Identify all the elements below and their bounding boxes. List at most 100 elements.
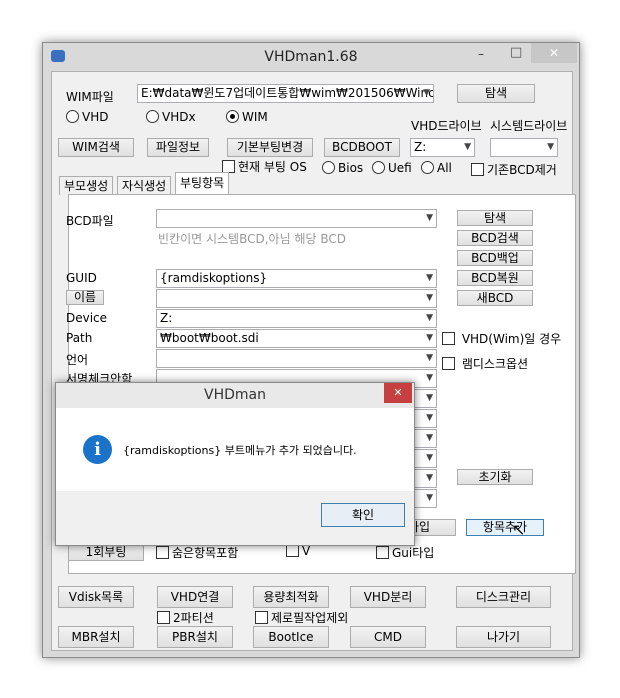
checkbox-label: 2파티션 <box>173 611 214 625</box>
radio-all[interactable]: All <box>421 161 452 175</box>
exit-button[interactable]: 나가기 <box>456 626 551 648</box>
radio-circle <box>146 110 159 123</box>
bcd-backup-button[interactable]: BCD백업 <box>457 250 533 266</box>
radio-label: Bios <box>338 161 364 175</box>
guid-combo[interactable]: {ramdiskoptions} ▼ <box>156 269 437 288</box>
radio-uefi[interactable]: Uefi <box>372 161 412 175</box>
checkbox-label: V <box>302 544 311 558</box>
radio-label: VHD <box>82 110 109 124</box>
chevron-down-icon: ▼ <box>426 213 433 223</box>
chevron-down-icon: ▼ <box>464 142 471 152</box>
maximize-button[interactable]: □ <box>510 45 522 60</box>
checkbox-label: Gui타입 <box>392 546 435 560</box>
vdisk-list-button[interactable]: Vdisk목록 <box>58 586 134 608</box>
bcd-file-combo[interactable]: ▼ <box>156 209 437 228</box>
bcd-hint: 빈칸이면 시스템BCD,아님 해당 BCD <box>158 232 346 246</box>
chevron-down-icon: ▼ <box>426 313 433 323</box>
guid-value: {ramdiskoptions} <box>160 271 268 285</box>
dialog-message: {ramdiskoptions} 부트메뉴가 추가 되었습니다. <box>123 444 357 457</box>
hidden-items-checkbox[interactable]: 숨은항목포함 <box>156 544 238 561</box>
message-dialog: VHDman ✕ i {ramdiskoptions} 부트메뉴가 추가 되었습… <box>55 382 415 546</box>
tab-child[interactable]: 자식생성 <box>117 176 172 195</box>
gui-type-checkbox[interactable]: Gui타입 <box>376 544 434 561</box>
checkbox-box <box>442 332 455 345</box>
wim-search-button[interactable]: WIM검색 <box>58 138 134 157</box>
vhd-attach-button[interactable]: VHD연결 <box>157 586 233 608</box>
wim-path-combo[interactable]: E:₩data₩윈도7업데이트통합₩wim₩201506₩Winc ▼ <box>137 84 434 103</box>
remove-bcd-checkbox[interactable]: 기존BCD제거 <box>471 161 557 178</box>
chevron-down-icon: ▼ <box>426 453 433 463</box>
radio-bios[interactable]: Bios <box>322 161 363 175</box>
cmd-button[interactable]: CMD <box>350 626 426 648</box>
bcd-restore-button[interactable]: BCD복원 <box>457 270 533 286</box>
client-area: WIM파일 E:₩data₩윈도7업데이트통합₩wim₩201506₩Winc ▼… <box>51 71 576 651</box>
bcd-file-label: BCD파일 <box>66 214 114 228</box>
checkbox-label: 기존BCD제거 <box>487 163 557 177</box>
chevron-down-icon: ▼ <box>426 493 433 503</box>
name-combo[interactable]: ▼ <box>156 289 437 308</box>
vhd-wim-checkbox[interactable]: VHD(Wim)일 경우 <box>442 330 561 347</box>
checkbox-label: 숨은항목포함 <box>172 546 239 560</box>
chevron-down-icon: ▼ <box>426 413 433 423</box>
path-label: Path <box>66 331 93 345</box>
bcd-browse-button[interactable]: 탐색 <box>457 210 533 226</box>
radio-label: All <box>437 161 452 175</box>
chevron-down-icon: ▼ <box>426 293 433 303</box>
disk-management-button[interactable]: 디스크관리 <box>456 586 551 608</box>
radio-circle <box>66 110 79 123</box>
chevron-down-icon: ▼ <box>423 88 430 98</box>
radio-circle <box>372 161 385 174</box>
reset-button[interactable]: 초기화 <box>457 469 533 485</box>
dialog-title: VHDman <box>56 383 414 408</box>
mbr-install-button[interactable]: MBR설치 <box>58 626 134 648</box>
file-info-button[interactable]: 파일정보 <box>147 138 209 157</box>
zero-fill-checkbox[interactable]: 제로필작업제외 <box>255 609 348 626</box>
wim-path-value: E:₩data₩윈도7업데이트통합₩wim₩201506₩Winc <box>141 86 434 100</box>
optimize-button[interactable]: 용량최적화 <box>253 586 329 608</box>
radio-label: WIM <box>242 110 268 124</box>
checkbox-box <box>255 611 268 624</box>
radio-vhdx[interactable]: VHDx <box>146 110 196 124</box>
add-item-button[interactable]: 항목추가 <box>466 519 544 536</box>
path-combo[interactable]: ₩boot₩boot.sdi ▼ <box>156 329 437 348</box>
two-partition-checkbox[interactable]: 2파티션 <box>157 609 214 626</box>
default-boot-button[interactable]: 기본부팅변경 <box>227 138 313 157</box>
radio-wim[interactable]: WIM <box>226 110 268 124</box>
vhd-drive-value: Z: <box>414 140 427 154</box>
tab-parent[interactable]: 부모생성 <box>59 176 114 195</box>
vhd-drive-combo[interactable]: Z: ▼ <box>410 138 475 157</box>
close-button[interactable]: ✕ <box>531 43 577 63</box>
bootice-button[interactable]: BootIce <box>253 626 329 648</box>
radio-circle-selected <box>226 110 239 123</box>
v-checkbox[interactable]: V <box>286 544 310 558</box>
language-combo[interactable]: ▼ <box>156 349 437 368</box>
checkbox-box <box>156 546 169 559</box>
name-button[interactable]: 이름 <box>66 290 104 305</box>
tab-boot-items[interactable]: 부팅항목 <box>175 172 230 194</box>
radio-circle <box>421 161 434 174</box>
minimize-button[interactable]: – <box>478 47 484 61</box>
checkbox-box <box>157 611 170 624</box>
chevron-down-icon: ▼ <box>426 433 433 443</box>
chevron-down-icon: ▼ <box>426 273 433 283</box>
new-bcd-button[interactable]: 새BCD <box>457 290 533 306</box>
ramdisk-checkbox[interactable]: 램디스크옵션 <box>442 355 528 372</box>
once-boot-button[interactable]: 1회부팅 <box>68 544 144 561</box>
wim-browse-button[interactable]: 탐색 <box>457 84 535 103</box>
chevron-down-icon: ▼ <box>426 373 433 383</box>
radio-vhd[interactable]: VHD <box>66 110 108 124</box>
chevron-down-icon: ▼ <box>426 333 433 343</box>
checkbox-label: VHD(Wim)일 경우 <box>461 332 562 346</box>
bcdboot-button[interactable]: BCDBOOT <box>324 138 400 157</box>
vhd-detach-button[interactable]: VHD분리 <box>350 586 426 608</box>
device-combo[interactable]: Z: ▼ <box>156 309 437 328</box>
pbr-install-button[interactable]: PBR설치 <box>157 626 233 648</box>
dialog-close-button[interactable]: ✕ <box>384 383 412 403</box>
language-label: 언어 <box>66 353 89 367</box>
vhd-drive-label: VHD드라이브 <box>411 119 482 133</box>
device-value: Z: <box>160 311 173 325</box>
bcd-search-button[interactable]: BCD검색 <box>457 230 533 246</box>
system-drive-combo[interactable]: ▼ <box>490 138 558 157</box>
ok-button[interactable]: 확인 <box>321 503 405 527</box>
current-os-checkbox[interactable]: 현재 부팅 OS <box>222 158 307 175</box>
